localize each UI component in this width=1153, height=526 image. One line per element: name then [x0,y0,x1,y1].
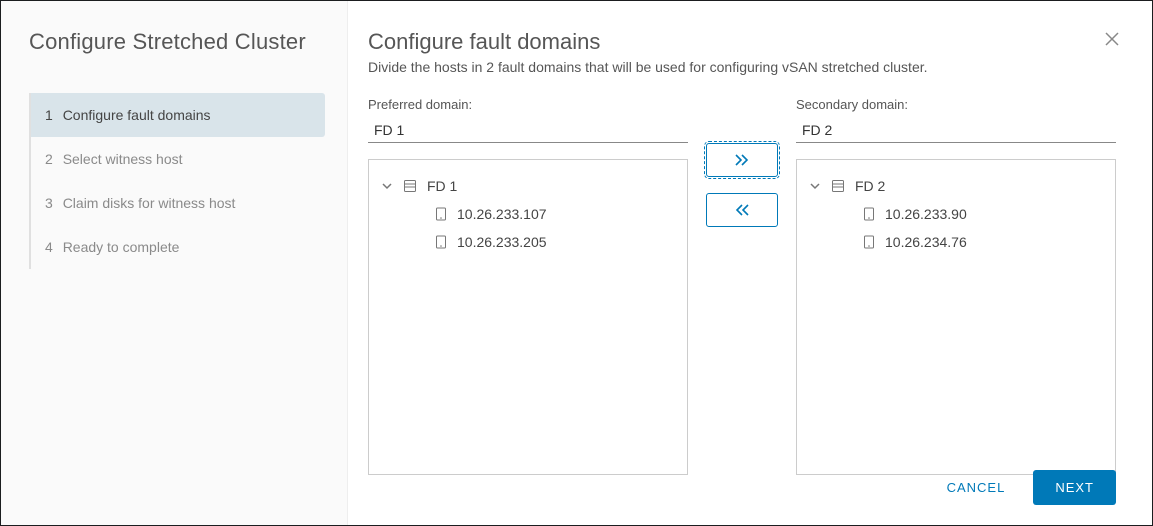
transfer-buttons [706,97,778,227]
step-label: Select witness host [63,151,183,167]
host-icon [863,235,875,249]
wizard-dialog: Configure Stretched Cluster 1 Configure … [0,0,1153,526]
secondary-domain-input[interactable] [796,118,1116,143]
host-label: 10.26.233.90 [885,206,967,222]
step-ready-to-complete[interactable]: 4 Ready to complete [31,225,325,269]
preferred-hosts-tree[interactable]: FD 1 10.26.233.107 10.26.233.205 [368,159,688,475]
close-icon [1104,31,1120,47]
close-button[interactable] [1104,31,1120,50]
cancel-button[interactable]: CANCEL [943,472,1010,503]
preferred-domain-column: Preferred domain: FD 1 [368,97,688,475]
tree-root-label: FD 2 [855,178,885,194]
tree-host-row[interactable]: 10.26.233.90 [805,200,1107,228]
wizard-sidebar: Configure Stretched Cluster 1 Configure … [1,1,348,525]
step-configure-fault-domains[interactable]: 1 Configure fault domains [31,93,325,137]
tree-host-row[interactable]: 10.26.233.205 [377,228,679,256]
tree-host-row[interactable]: 10.26.233.107 [377,200,679,228]
chevron-down-icon [381,180,393,192]
page-title: Configure fault domains [368,29,1116,55]
wizard-steps: 1 Configure fault domains 2 Select witne… [29,93,325,269]
step-number: 3 [45,195,53,211]
tree-host-row[interactable]: 10.26.234.76 [805,228,1107,256]
step-number: 1 [45,107,53,123]
secondary-domain-column: Secondary domain: FD 2 [796,97,1116,475]
step-label: Ready to complete [63,239,180,255]
page-subtitle: Divide the hosts in 2 fault domains that… [368,59,1116,75]
preferred-domain-label: Preferred domain: [368,97,688,112]
host-label: 10.26.233.107 [457,206,547,222]
step-number: 2 [45,151,53,167]
wizard-title: Configure Stretched Cluster [29,29,325,55]
fault-domain-icon [403,179,417,193]
step-claim-disks-witness[interactable]: 3 Claim disks for witness host [31,181,325,225]
double-chevron-right-icon [733,153,751,167]
dialog-footer: CANCEL NEXT [943,470,1116,505]
step-number: 4 [45,239,53,255]
secondary-domain-label: Secondary domain: [796,97,1116,112]
host-label: 10.26.234.76 [885,234,967,250]
step-select-witness-host[interactable]: 2 Select witness host [31,137,325,181]
move-left-button[interactable] [706,193,778,227]
tree-root-label: FD 1 [427,178,457,194]
host-icon [863,207,875,221]
wizard-content: Configure fault domains Divide the hosts… [348,1,1152,525]
next-button[interactable]: NEXT [1033,470,1116,505]
tree-root-preferred[interactable]: FD 1 [377,172,679,200]
host-icon [435,207,447,221]
preferred-domain-input[interactable] [368,118,688,143]
chevron-down-icon [809,180,821,192]
tree-root-secondary[interactable]: FD 2 [805,172,1107,200]
domains-layout: Preferred domain: FD 1 [368,97,1116,475]
step-label: Configure fault domains [63,107,211,123]
host-icon [435,235,447,249]
move-right-button[interactable] [706,143,778,177]
fault-domain-icon [831,179,845,193]
host-label: 10.26.233.205 [457,234,547,250]
double-chevron-left-icon [733,203,751,217]
secondary-hosts-tree[interactable]: FD 2 10.26.233.90 10.26.234.76 [796,159,1116,475]
step-label: Claim disks for witness host [63,195,236,211]
